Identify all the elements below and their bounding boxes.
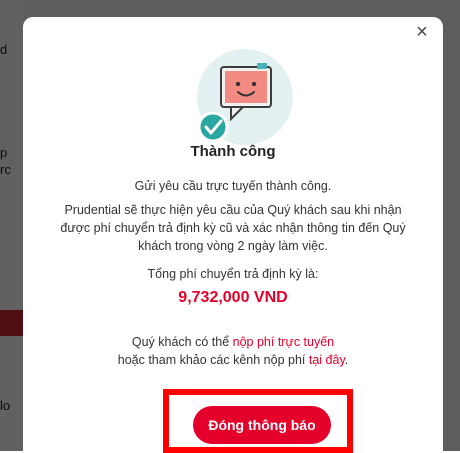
close-icon[interactable]: × [411,21,433,43]
close-notice-button[interactable]: Đóng thông báo [193,406,331,444]
pay-online-link[interactable]: nộp phí trực tuyến [233,335,334,349]
success-dialog: × Thành công Gửi yêu cầu trực tuyến thàn… [23,17,443,453]
payment-middle: hoặc tham khảo các kênh nộp phí [117,353,309,367]
payment-suffix: . [344,353,349,367]
dialog-title: Thành công [190,143,276,160]
payment-info: Quý khách có thể nộp phí trực tuyến hoặc… [53,333,413,369]
total-label: Tổng phí chuyển trả định kỳ là: [147,267,319,281]
payment-channels-link[interactable]: tại đây [309,353,345,367]
success-message: Gửi yêu cầu trực tuyến thành công. [134,179,332,193]
total-amount: 9,732,000 VND [178,289,288,306]
success-chat-illustration [197,49,293,145]
check-icon [197,111,229,143]
processing-message: Prudential sẽ thực hiện yêu cầu của Quý … [60,203,406,253]
payment-prefix: Quý khách có thể [131,335,233,349]
